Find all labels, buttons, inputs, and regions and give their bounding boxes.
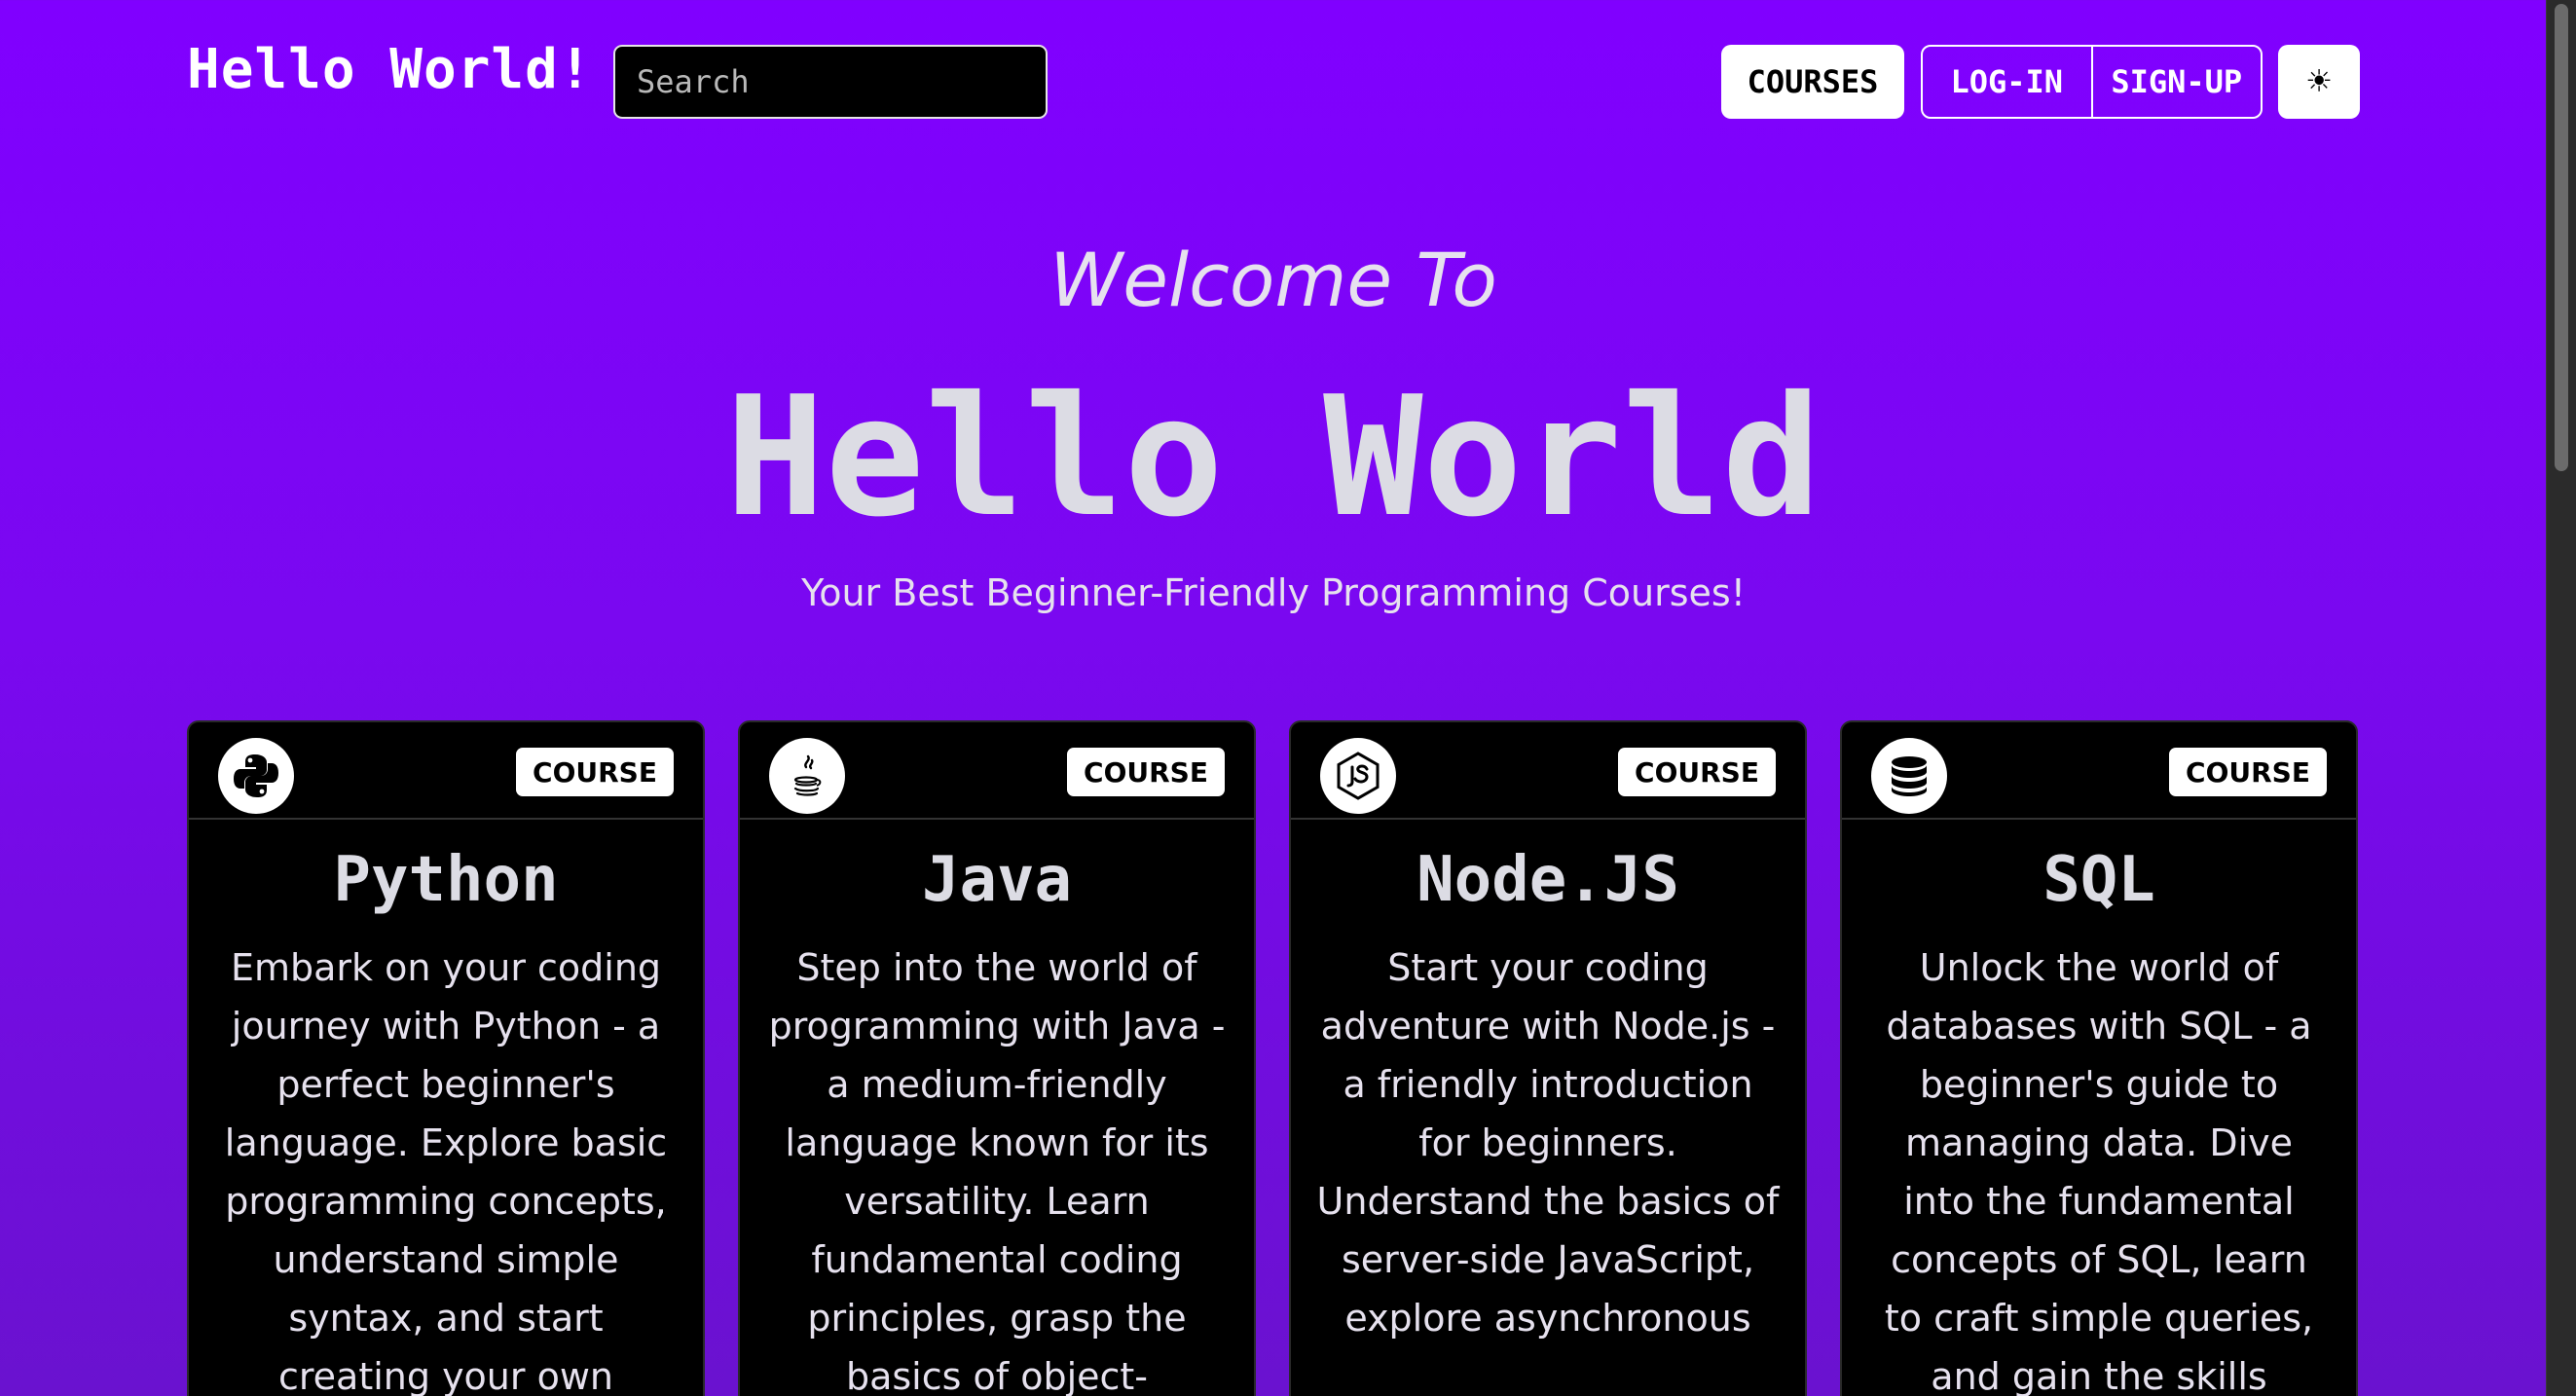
card-description: Start your coding adventure with Node.js… xyxy=(1316,946,1780,1340)
hero-subtitle: Your Best Beginner-Friendly Programming … xyxy=(801,571,1746,614)
java-icon xyxy=(769,738,845,814)
course-badge: COURSE xyxy=(1067,748,1225,796)
login-button[interactable]: LOG-IN xyxy=(1923,47,2091,117)
card-description: Unlock the world of databases with SQL -… xyxy=(1884,946,2314,1396)
course-badge: COURSE xyxy=(516,748,674,796)
card-header: COURSE xyxy=(189,722,703,820)
nodejs-icon xyxy=(1320,738,1396,814)
site-logo[interactable]: Hello World! xyxy=(187,43,593,97)
search-input[interactable] xyxy=(613,45,1048,119)
card-description: Step into the world of programming with … xyxy=(768,946,1226,1396)
card-header: COURSE xyxy=(1842,722,2356,820)
theme-toggle-button[interactable]: ☀ xyxy=(2278,45,2360,119)
auth-button-group: LOG-IN SIGN-UP xyxy=(1921,45,2263,119)
card-description: Embark on your coding journey with Pytho… xyxy=(224,946,668,1396)
card-header: COURSE xyxy=(1291,722,1805,820)
course-card-java[interactable]: COURSE Java Step into the world of progr… xyxy=(738,720,1256,1396)
card-title: Java xyxy=(921,844,1073,916)
course-badge: COURSE xyxy=(1618,748,1776,796)
course-card-python[interactable]: COURSE Python Embark on your coding jour… xyxy=(187,720,705,1396)
courses-button[interactable]: COURSES xyxy=(1721,45,1904,119)
hero-welcome-text: Welcome To xyxy=(1049,237,1497,323)
card-title: SQL xyxy=(2042,844,2155,916)
sun-icon: ☀ xyxy=(2306,59,2332,104)
scrollbar-thumb[interactable] xyxy=(2555,4,2568,471)
signup-button[interactable]: SIGN-UP xyxy=(2090,47,2262,117)
page-scrollbar[interactable] xyxy=(2546,0,2576,1396)
course-card-sql[interactable]: COURSE SQL Unlock the world of databases… xyxy=(1840,720,2358,1396)
card-title: Python xyxy=(333,844,559,916)
page: Hello World! COURSES LOG-IN SIGN-UP ☀ We… xyxy=(0,0,2547,1396)
database-icon xyxy=(1871,738,1947,814)
card-title: Node.JS xyxy=(1417,844,1679,916)
course-badge: COURSE xyxy=(2169,748,2327,796)
hero-title: Hello World xyxy=(725,361,1822,554)
python-icon xyxy=(218,738,294,814)
course-card-nodejs[interactable]: COURSE Node.JS Start your coding adventu… xyxy=(1289,720,1807,1396)
card-header: COURSE xyxy=(740,722,1254,820)
